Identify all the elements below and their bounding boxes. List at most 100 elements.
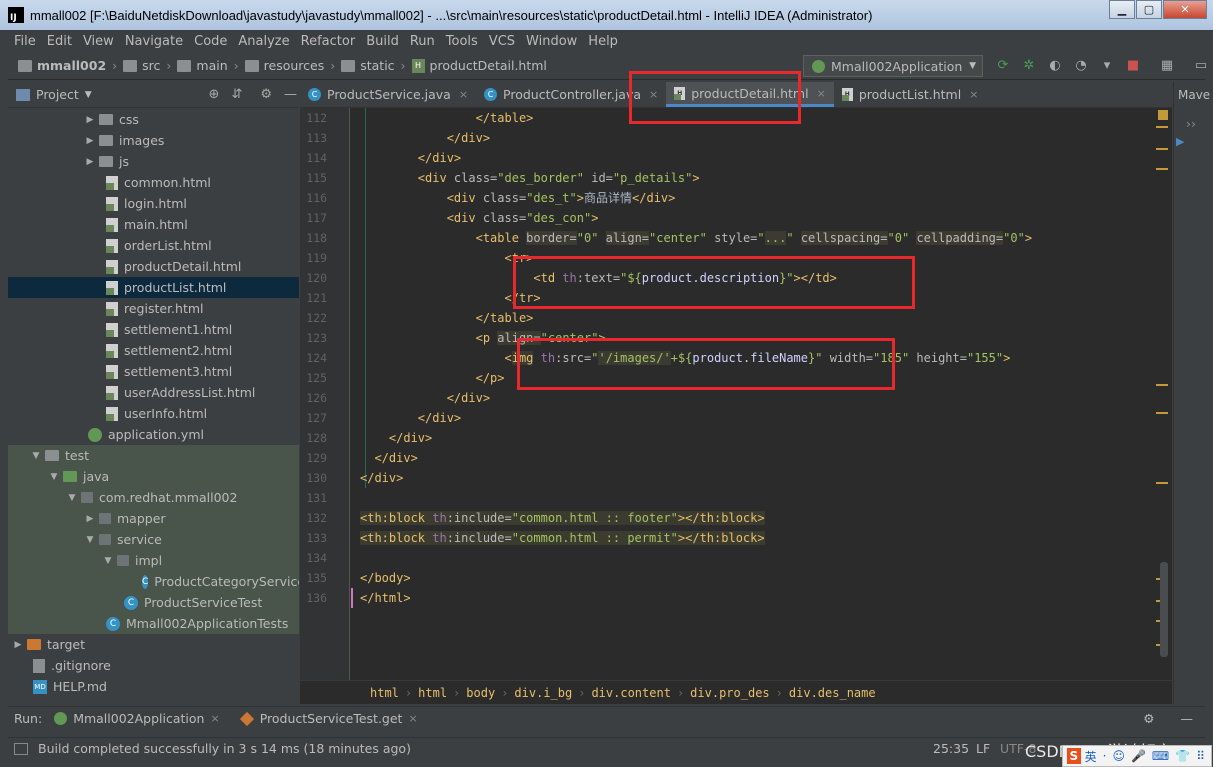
tree-item[interactable]: application.yml	[8, 424, 299, 445]
caret-position[interactable]: 25:35	[933, 741, 969, 756]
tree-item[interactable]: ▶ js	[8, 151, 299, 172]
rerun-icon[interactable]: ⟳	[993, 56, 1013, 76]
tree-item[interactable]: orderList.html	[8, 235, 299, 256]
menu-view[interactable]: View	[83, 34, 114, 49]
breadcrumb-file[interactable]: HproductDetail.html	[411, 58, 547, 73]
code-crumb[interactable]: html	[370, 686, 399, 700]
chevron-right-icon[interactable]: ▶	[12, 640, 24, 650]
menu-analyze[interactable]: Analyze	[238, 34, 289, 49]
chevron-down-icon[interactable]: ▼	[66, 493, 78, 503]
debug-icon[interactable]: ✲	[1019, 56, 1039, 76]
locate-icon[interactable]: ⊕	[209, 87, 220, 102]
maven-label[interactable]: Mave	[1174, 82, 1213, 102]
tree-item[interactable]: common.html	[8, 172, 299, 193]
tree-item[interactable]: MD HELP.md	[8, 676, 299, 697]
menu-edit[interactable]: Edit	[47, 34, 72, 49]
tree-item[interactable]: productDetail.html	[8, 256, 299, 277]
tree-item[interactable]: userInfo.html	[8, 403, 299, 424]
coverage-icon[interactable]: ◐	[1045, 56, 1065, 76]
ime-keyboard-icon[interactable]: ⌨	[1152, 749, 1169, 763]
ime-menu-icon[interactable]: ⠿	[1196, 749, 1205, 763]
tab-productservice-java[interactable]: C ProductService.java ×	[300, 82, 476, 107]
ime-voice-icon[interactable]: 🎤	[1131, 749, 1146, 763]
code-crumb[interactable]: div.des_name	[789, 686, 876, 700]
tree-item[interactable]: register.html	[8, 298, 299, 319]
sogou-ime-icon[interactable]: S	[1067, 748, 1081, 764]
chevron-down-icon[interactable]: ▼	[30, 451, 42, 461]
ime-punct-icon[interactable]: ·	[1103, 749, 1107, 763]
tree-item[interactable]: C ProductCategoryServiceI	[8, 571, 299, 592]
project-structure-icon[interactable]: ▦	[1157, 56, 1177, 76]
run-triangle-icon[interactable]: ▶	[1174, 135, 1213, 148]
menu-window[interactable]: Window	[526, 34, 577, 49]
chevron-down-icon[interactable]: ▼	[85, 90, 92, 100]
tree-item[interactable]: C Mmall002ApplicationTests	[8, 613, 299, 634]
breadcrumb-project[interactable]: mmall002 ›	[18, 58, 117, 73]
menu-vcs[interactable]: VCS	[489, 34, 515, 49]
expand-icon[interactable]: ››	[1174, 116, 1213, 131]
code-crumb[interactable]: div.pro_des	[690, 686, 769, 700]
project-view-selector[interactable]: Project	[36, 87, 79, 102]
minimize-button[interactable]: ▁	[1109, 0, 1135, 19]
tree-item[interactable]: ▼ java	[8, 466, 299, 487]
gear-icon[interactable]: ⚙	[1143, 711, 1154, 726]
tree-item[interactable]: ▶ target	[8, 634, 299, 655]
close-tab-icon[interactable]: ×	[210, 712, 219, 725]
menu-refactor[interactable]: Refactor	[301, 34, 356, 49]
code-crumb[interactable]: div.i_bg	[514, 686, 572, 700]
tab-productlist-html[interactable]: HproductList.html ×	[834, 82, 987, 107]
tree-item[interactable]: ▼ service	[8, 529, 299, 550]
run-tab-mmall002application[interactable]: Mmall002Application ×	[54, 711, 220, 726]
more-run-icon[interactable]: ▾	[1097, 56, 1117, 76]
tree-item[interactable]: settlement1.html	[8, 319, 299, 340]
stop-icon[interactable]: ■	[1123, 56, 1143, 76]
code-crumb[interactable]: html	[418, 686, 447, 700]
tree-item[interactable]: main.html	[8, 214, 299, 235]
hide-icon[interactable]: —	[1181, 711, 1194, 726]
tree-item[interactable]: settlement2.html	[8, 340, 299, 361]
profile-icon[interactable]: ◔	[1071, 56, 1091, 76]
tree-item[interactable]: .gitignore	[8, 655, 299, 676]
gear-icon[interactable]: ⚙	[260, 87, 272, 102]
tree-item[interactable]: C ProductServiceTest	[8, 592, 299, 613]
hide-icon[interactable]: —	[284, 87, 297, 102]
menu-file[interactable]: File	[14, 34, 36, 49]
tree-item[interactable]: settlement3.html	[8, 361, 299, 382]
breadcrumb-static[interactable]: static ›	[341, 58, 406, 73]
ime-language[interactable]: 英	[1085, 748, 1097, 765]
ime-skin-icon[interactable]: 👕	[1175, 749, 1190, 763]
close-button[interactable]: ✕	[1163, 0, 1207, 19]
chevron-down-icon[interactable]: ▼	[84, 535, 96, 545]
tree-item[interactable]: ▶ images	[8, 130, 299, 151]
run-tab-productservicetest[interactable]: ProductServiceTest.get ×	[239, 711, 418, 726]
code-crumb[interactable]: body	[466, 686, 495, 700]
tree-item[interactable]: ▼ com.redhat.mmall002	[8, 487, 299, 508]
menu-code[interactable]: Code	[194, 34, 227, 49]
chevron-right-icon[interactable]: ▶	[84, 514, 96, 524]
tree-item[interactable]: ▼ test	[8, 445, 299, 466]
collapse-all-icon[interactable]: ⇵	[231, 87, 242, 102]
close-tab-icon[interactable]: ×	[969, 88, 978, 101]
code-editor[interactable]: 112 113 114 115 116 117 118 119 120 121 122 123 124 1…	[300, 108, 1172, 680]
tree-item[interactable]: ▶ mapper	[8, 508, 299, 529]
menu-help[interactable]: Help	[588, 34, 618, 49]
breadcrumb-src[interactable]: src ›	[123, 58, 171, 73]
tree-item[interactable]: login.html	[8, 193, 299, 214]
maximize-button[interactable]: ▢	[1136, 0, 1162, 19]
breadcrumb-resources[interactable]: resources ›	[244, 58, 335, 73]
breadcrumb-main[interactable]: main ›	[177, 58, 239, 73]
tree-item[interactable]: userAddressList.html	[8, 382, 299, 403]
menu-build[interactable]: Build	[366, 34, 399, 49]
chevron-down-icon[interactable]: ▼	[102, 556, 114, 566]
tree-item[interactable]: ▼ impl	[8, 550, 299, 571]
tree-item[interactable]: productList.html	[8, 277, 299, 298]
chevron-right-icon[interactable]: ▶	[84, 115, 96, 125]
chevron-right-icon[interactable]: ▶	[84, 136, 96, 146]
line-separator[interactable]: LF	[976, 741, 990, 756]
tree-item[interactable]: ▶ css	[8, 109, 299, 130]
tool-windows-icon[interactable]	[14, 742, 28, 755]
menu-navigate[interactable]: Navigate	[125, 34, 183, 49]
chevron-right-icon[interactable]: ▶	[84, 157, 96, 167]
warning-icon[interactable]	[1158, 110, 1168, 120]
menu-run[interactable]: Run	[410, 34, 435, 49]
